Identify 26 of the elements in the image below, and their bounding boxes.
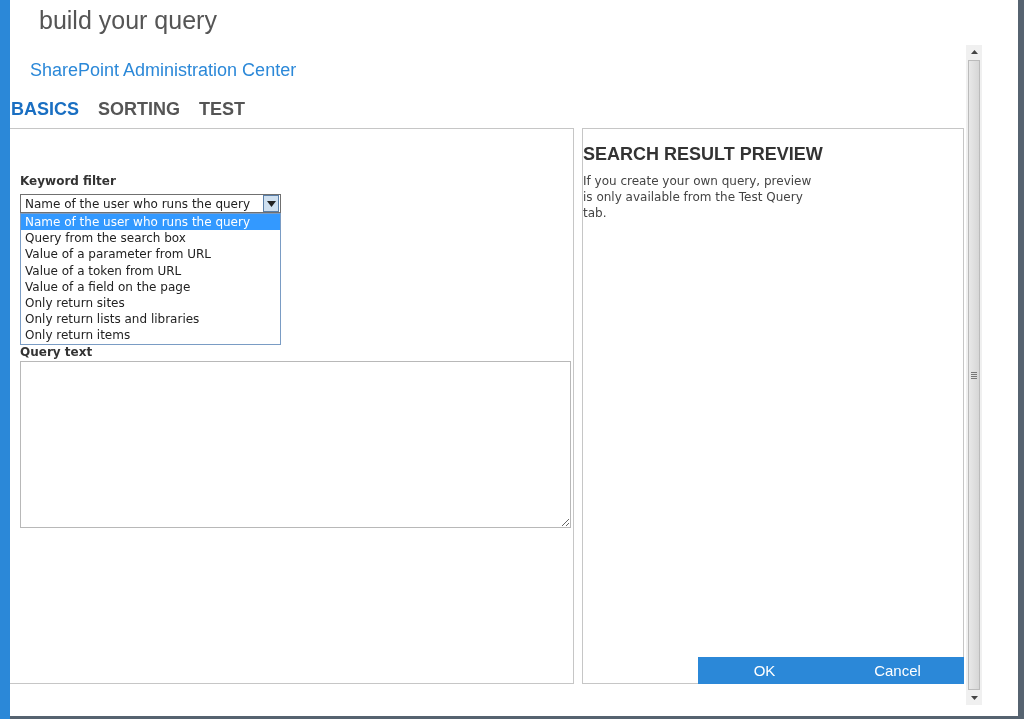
scroll-thumb[interactable]: [968, 60, 980, 690]
tab[interactable]: BASICS: [10, 99, 79, 120]
dropdown-option[interactable]: Only return lists and libraries: [21, 311, 280, 328]
tab[interactable]: SORTING: [97, 99, 181, 120]
field-label: Keyword filter: [20, 174, 117, 188]
scrollbar[interactable]: [966, 45, 982, 705]
tab[interactable]: TEST: [198, 99, 246, 120]
scroll-up-icon[interactable]: [970, 50, 978, 54]
dialog-title: build your query: [39, 6, 218, 36]
preview-heading: SEARCH RESULT PREVIEW: [583, 144, 824, 165]
dialog-button[interactable]: Cancel: [831, 657, 964, 684]
dropdown-option[interactable]: Query from the search box: [21, 230, 280, 247]
dropdown-option[interactable]: Value of a field on the page: [21, 278, 280, 295]
field-label: Query text: [20, 344, 94, 359]
dropdown-option[interactable]: Only return items: [21, 327, 280, 344]
preview-note: If you create your own query, preview is only available from the Test Query tab.: [583, 173, 813, 221]
query-text-field[interactable]: [20, 360, 571, 528]
caret-icon: [263, 195, 279, 212]
grip-icon: [971, 371, 977, 379]
dialog-button[interactable]: OK: [698, 657, 831, 684]
dropdown-option[interactable]: Value of a token from URL: [21, 262, 280, 279]
keyword-filter-dropdown[interactable]: Name of the user who runs the query: [20, 194, 281, 213]
dropdown-option[interactable]: Only return sites: [21, 294, 280, 312]
scroll-down-icon[interactable]: [970, 696, 978, 700]
site-title: SharePoint Administration Center: [30, 60, 298, 81]
dropdown-option[interactable]: Value of a parameter from URL: [21, 246, 280, 263]
